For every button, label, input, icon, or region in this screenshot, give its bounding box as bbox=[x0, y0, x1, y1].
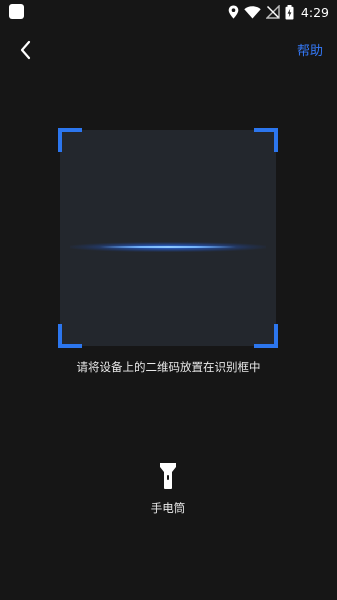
no-signal-icon bbox=[265, 5, 280, 19]
frame-corner-bottom-left bbox=[58, 324, 82, 348]
chevron-left-icon bbox=[20, 40, 31, 60]
scan-area bbox=[60, 130, 276, 346]
scan-hint: 请将设备上的二维码放置在识别框中 bbox=[76, 360, 261, 374]
scan-line-core bbox=[100, 246, 236, 248]
flashlight-button[interactable]: 手电筒 bbox=[138, 462, 198, 522]
status-time: 4:29 bbox=[300, 4, 329, 20]
notification-icon bbox=[9, 4, 24, 19]
status-icons: 4:29 bbox=[228, 3, 329, 21]
flashlight-icon bbox=[160, 463, 176, 489]
back-button[interactable] bbox=[14, 38, 38, 62]
flashlight-label: 手电筒 bbox=[150, 501, 186, 515]
status-bar: 4:29 bbox=[0, 0, 337, 24]
frame-corner-top-left bbox=[58, 128, 82, 152]
battery-icon bbox=[285, 4, 294, 19]
frame-corner-top-right bbox=[254, 128, 278, 152]
help-link[interactable]: 帮助 bbox=[297, 40, 323, 59]
location-icon bbox=[228, 5, 239, 19]
frame-corner-bottom-right bbox=[254, 324, 278, 348]
scan-frame bbox=[58, 128, 278, 348]
wifi-icon bbox=[244, 5, 261, 18]
